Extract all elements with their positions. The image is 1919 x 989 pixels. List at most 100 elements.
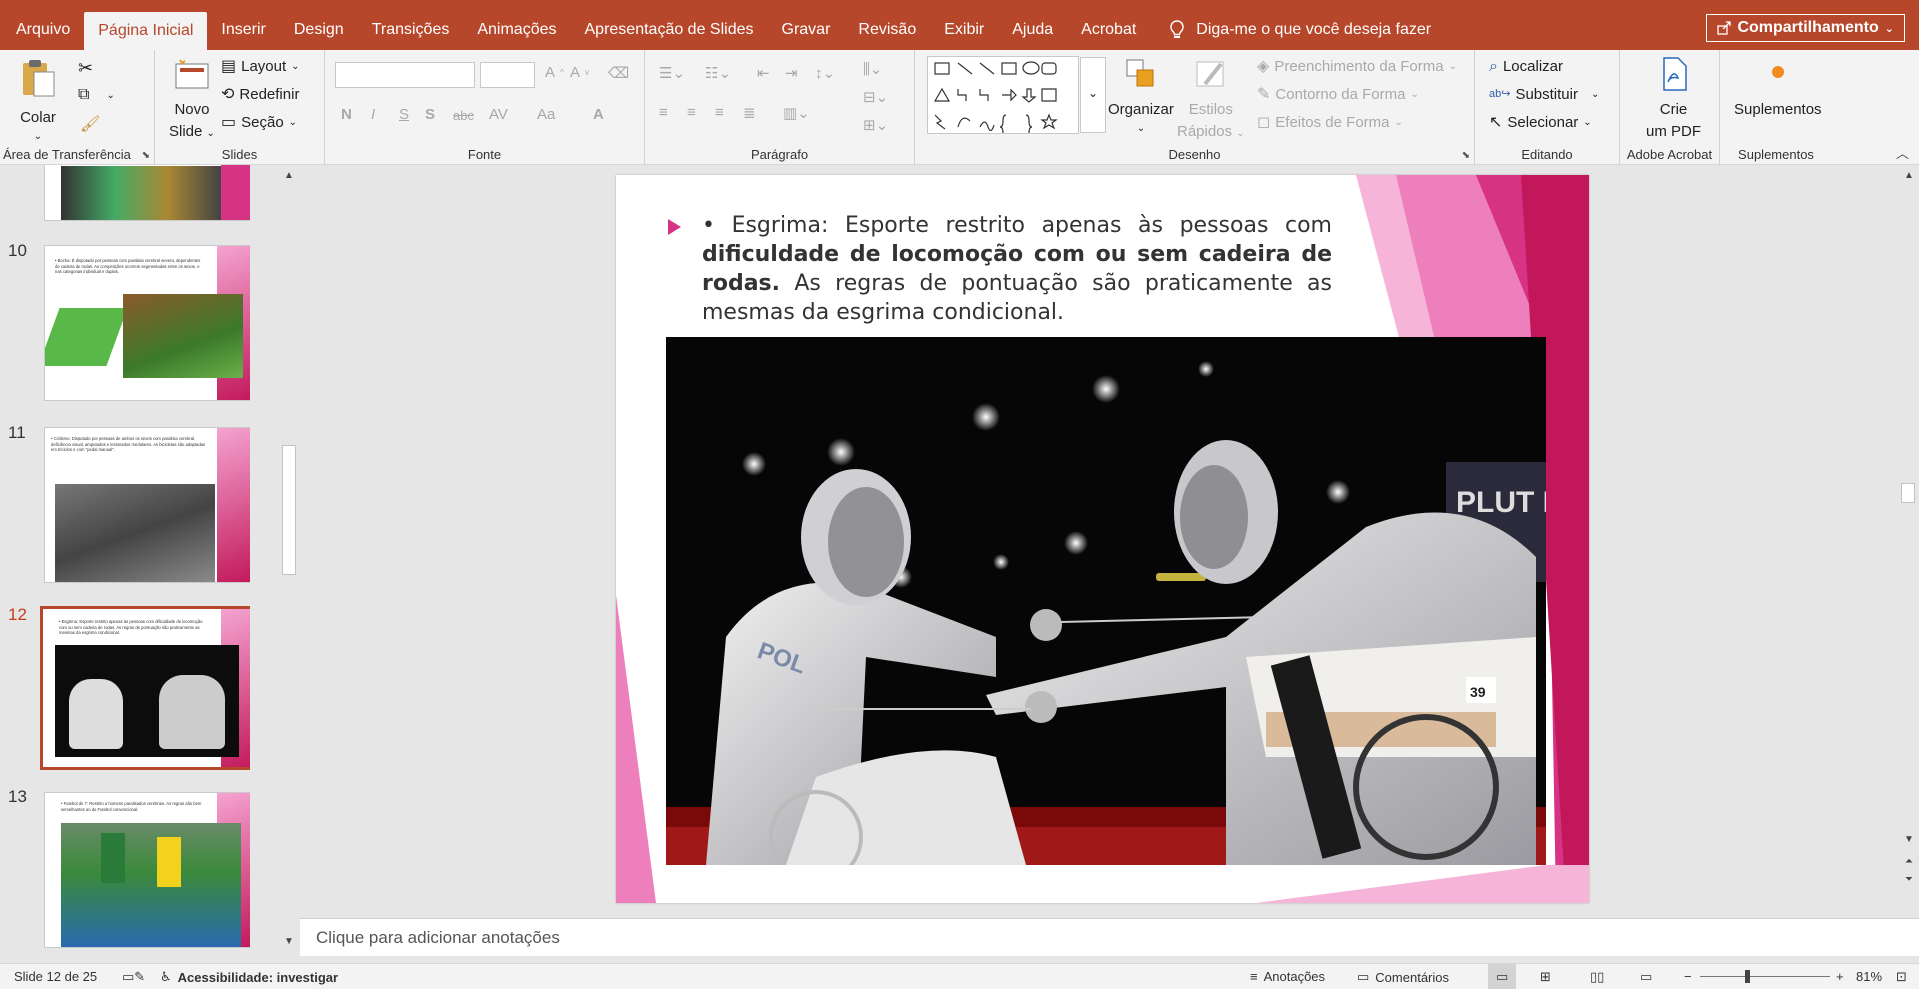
zoom-slider[interactable] (1700, 970, 1830, 983)
shapes-gallery[interactable]: ⌄ (927, 56, 1106, 134)
align-left-icon[interactable]: ≡ (659, 104, 668, 121)
slide-photo-fencing[interactable]: PLUT POL POL 39 (666, 337, 1546, 865)
replace-button[interactable]: ab↪ Substituir ⌄ (1489, 86, 1599, 103)
scrollbar-thumb[interactable] (1901, 483, 1915, 503)
align-right-icon[interactable]: ≡ (715, 104, 724, 121)
notes-pane[interactable]: Clique para adicionar anotações (300, 918, 1919, 956)
tab-gravar[interactable]: Gravar (768, 10, 845, 50)
create-pdf-button[interactable]: Crie um PDF (1646, 56, 1701, 140)
clear-format-icon[interactable]: ⌫ (608, 64, 629, 82)
font-color-button[interactable]: A (593, 106, 604, 123)
layout-button[interactable]: ▤ Layout ⌄ (221, 58, 300, 75)
paste-button[interactable]: Colar ⌄ (20, 56, 56, 142)
tab-revisao[interactable]: Revisão (844, 10, 930, 50)
section-button[interactable]: ▭ Seção ⌄ (221, 114, 297, 131)
dialog-launcher-icon[interactable]: ⬊ (142, 150, 150, 161)
line-spacing-icon[interactable]: ↕⌄ (815, 64, 835, 82)
underline-button[interactable]: S (399, 106, 409, 123)
shape-outline-button[interactable]: ✎ Contorno da Forma ⌄ (1257, 86, 1419, 103)
slide-sorter-icon[interactable]: ⊞ (1540, 969, 1551, 985)
slide-count[interactable]: Slide 12 de 25 (14, 969, 97, 984)
shadow-button[interactable]: S (425, 106, 435, 123)
columns-icon[interactable]: ▥⌄ (783, 104, 810, 122)
arrange-button[interactable]: Organizar ⌄ (1108, 56, 1174, 134)
tab-pagina-inicial[interactable]: Página Inicial (84, 12, 208, 50)
previous-slide-icon[interactable]: ⏶ (1900, 853, 1918, 871)
spell-check-icon[interactable]: ▭✎ (122, 969, 145, 985)
scroll-up-icon[interactable]: ▲ (1900, 167, 1918, 185)
change-case-button[interactable]: Aa (537, 106, 555, 123)
slide-scrollbar[interactable]: ▲ ▼ ⏶ ⏷ (1898, 165, 1919, 905)
tab-animacoes[interactable]: Animações (463, 10, 570, 50)
number-tag-text: 39 (1470, 684, 1486, 700)
tell-me-box[interactable]: Diga-me o que você deseja fazer (1168, 10, 1431, 50)
find-button[interactable]: ⌕ Localizar (1489, 58, 1563, 75)
zoom-out-icon[interactable]: − (1684, 969, 1692, 984)
zoom-level[interactable]: 81% (1856, 969, 1882, 984)
dialog-launcher-icon[interactable]: ⬊ (1462, 150, 1470, 161)
zoom-in-icon[interactable]: + (1836, 969, 1844, 984)
char-spacing-button[interactable]: AV (489, 106, 508, 123)
slideshow-icon[interactable]: ▭ (1640, 969, 1652, 985)
new-slide-button[interactable]: Novo Slide ⌄ (169, 56, 215, 140)
scroll-up-icon[interactable]: ▲ (280, 167, 298, 185)
slide-thumbnail-10[interactable]: • Bocha: É disputado por pessoas com par… (44, 245, 250, 401)
scroll-down-icon[interactable]: ▼ (1900, 831, 1918, 849)
tab-arquivo[interactable]: Arquivo (2, 10, 84, 50)
strikethrough-button[interactable]: abc (453, 108, 474, 123)
accessibility-button[interactable]: ♿ Acessibilidade: investigar (160, 969, 338, 985)
align-center-icon[interactable]: ≡ (687, 104, 696, 121)
align-text-icon[interactable]: ⊟⌄ (863, 88, 888, 106)
scroll-down-icon[interactable]: ▼ (280, 933, 298, 951)
next-slide-icon[interactable]: ⏷ (1900, 871, 1918, 889)
copy-icon[interactable]: ⧉ ⌄ (78, 86, 115, 104)
addins-button[interactable]: Suplementos (1734, 60, 1822, 118)
cut-icon[interactable]: ✂ (78, 58, 93, 79)
decrease-indent-icon[interactable]: ⇤ (757, 64, 770, 82)
share-button[interactable]: Compartilhamento ⌄ (1706, 14, 1905, 42)
comments-button[interactable]: ▭ Comentários (1357, 969, 1449, 985)
tab-apresentacao-de-slides[interactable]: Apresentação de Slides (571, 10, 768, 50)
scrollbar-thumb[interactable] (282, 445, 296, 575)
font-name-combo[interactable] (335, 62, 475, 88)
shapes-gallery-icon (933, 61, 1058, 133)
text-direction-icon[interactable]: ⫼⌄ (863, 60, 882, 78)
justify-icon[interactable]: ≣ (743, 104, 756, 122)
shape-effects-button[interactable]: ◻ Efeitos de Forma ⌄ (1257, 114, 1403, 131)
reset-button[interactable]: ⟲ Redefinir (221, 86, 299, 103)
italic-button[interactable]: I (371, 106, 375, 123)
decrease-font-icon[interactable]: Av (570, 64, 589, 81)
reading-view-icon[interactable]: ▯▯ (1590, 969, 1604, 985)
increase-font-icon[interactable]: A ^ (545, 64, 564, 81)
slide-thumbnail-12-selected[interactable]: • Esgrima: Esporte restrito apenas às pe… (40, 606, 250, 770)
gallery-more-icon[interactable]: ⌄ (1080, 57, 1106, 133)
tab-transicoes[interactable]: Transições (358, 10, 464, 50)
slide-thumbnail[interactable] (44, 165, 250, 221)
shape-fill-button[interactable]: ◈ Preenchimento da Forma ⌄ (1257, 58, 1457, 75)
normal-view-icon[interactable]: ▭ (1488, 964, 1517, 989)
tab-exibir[interactable]: Exibir (930, 10, 998, 50)
fit-slide-icon[interactable]: ⊡ (1896, 969, 1907, 985)
slide-thumbnail-11[interactable]: • Ciclismo: Disputado por pessoas de amb… (44, 427, 250, 583)
bullets-icon[interactable]: ☰⌄ (659, 64, 685, 82)
tab-ajuda[interactable]: Ajuda (998, 10, 1067, 50)
tab-inserir[interactable]: Inserir (207, 10, 279, 50)
notes-button[interactable]: ≡ Anotações (1250, 969, 1325, 984)
format-painter-icon[interactable]: 🖌 (80, 114, 100, 134)
collapse-ribbon-icon[interactable]: ︿ (1896, 143, 1909, 162)
smartart-icon[interactable]: ⊞⌄ (863, 116, 888, 134)
zoom-slider-thumb[interactable] (1745, 970, 1750, 983)
current-slide[interactable]: • Esgrima: Esporte restrito apenas às pe… (616, 175, 1589, 903)
numbering-icon[interactable]: ☷⌄ (705, 64, 731, 82)
bold-button[interactable]: N (341, 106, 352, 123)
increase-indent-icon[interactable]: ⇥ (785, 64, 798, 82)
font-size-combo[interactable] (480, 62, 535, 88)
thumbnail-scrollbar[interactable]: ▲ ▼ (280, 165, 298, 953)
tab-acrobat[interactable]: Acrobat (1067, 10, 1150, 50)
tab-design[interactable]: Design (280, 10, 358, 50)
slide-text-box[interactable]: • Esgrima: Esporte restrito apenas às pe… (702, 211, 1332, 327)
select-button[interactable]: ↖ Selecionar ⌄ (1489, 114, 1592, 131)
slide-thumbnail-13[interactable]: • Futebol de 7: Restrito a homens parali… (44, 792, 250, 948)
accessibility-icon: ♿ (160, 969, 172, 984)
quick-styles-button[interactable]: Estilos Rápidos ⌄ (1177, 56, 1245, 140)
